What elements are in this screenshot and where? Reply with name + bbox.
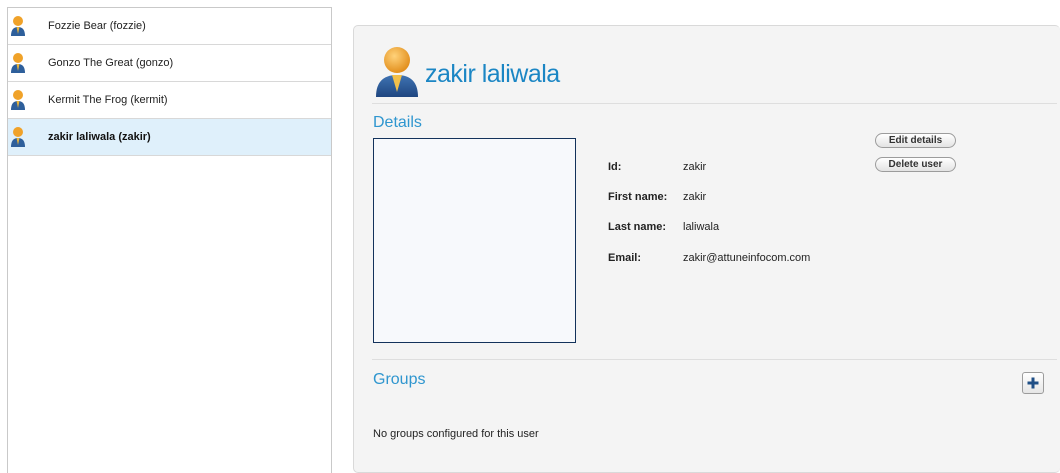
user-list-item[interactable]: Fozzie Bear (fozzie) [8,8,331,45]
edit-details-button[interactable]: Edit details [875,133,956,148]
user-photo-placeholder [373,138,576,343]
id-label: Id: [608,161,622,173]
add-group-button[interactable] [1022,372,1044,394]
user-list-item-label: zakir laliwala (zakir) [48,131,151,143]
first-name-value: zakir [683,191,707,203]
user-list-item-label: Gonzo The Great (gonzo) [48,57,174,69]
id-value: zakir [683,161,707,173]
groups-empty-message: No groups configured for this user [373,428,539,440]
groups-section-title: Groups [373,371,426,388]
delete-user-button[interactable]: Delete user [875,157,956,172]
first-name-label: First name: [608,191,668,203]
user-header: zakir laliwala [372,42,1057,104]
user-list-item-label: Kermit The Frog (kermit) [48,94,168,106]
user-list: Fozzie Bear (fozzie) Gonzo The Great (go… [7,7,332,473]
email-value: zakir@attuneinfocom.com [683,252,811,264]
last-name-value: laliwala [683,221,720,233]
details-section-title: Details [373,114,422,131]
user-avatar-icon [11,53,25,73]
user-avatar-icon [11,90,25,110]
user-list-item[interactable]: Gonzo The Great (gonzo) [8,45,331,82]
user-avatar-icon [11,127,25,147]
plus-icon [1027,377,1039,389]
user-list-item-selected[interactable]: zakir laliwala (zakir) [8,119,331,156]
user-list-item-label: Fozzie Bear (fozzie) [48,20,146,32]
section-divider [372,359,1057,360]
email-label: Email: [608,252,642,264]
last-name-label: Last name: [608,221,667,233]
user-avatar-icon [376,47,418,97]
user-avatar-icon [11,16,25,36]
user-detail-panel: zakir laliwala Details Id: zakir First n… [353,25,1060,473]
page-title: zakir laliwala [425,60,560,88]
user-list-item[interactable]: Kermit The Frog (kermit) [8,82,331,119]
